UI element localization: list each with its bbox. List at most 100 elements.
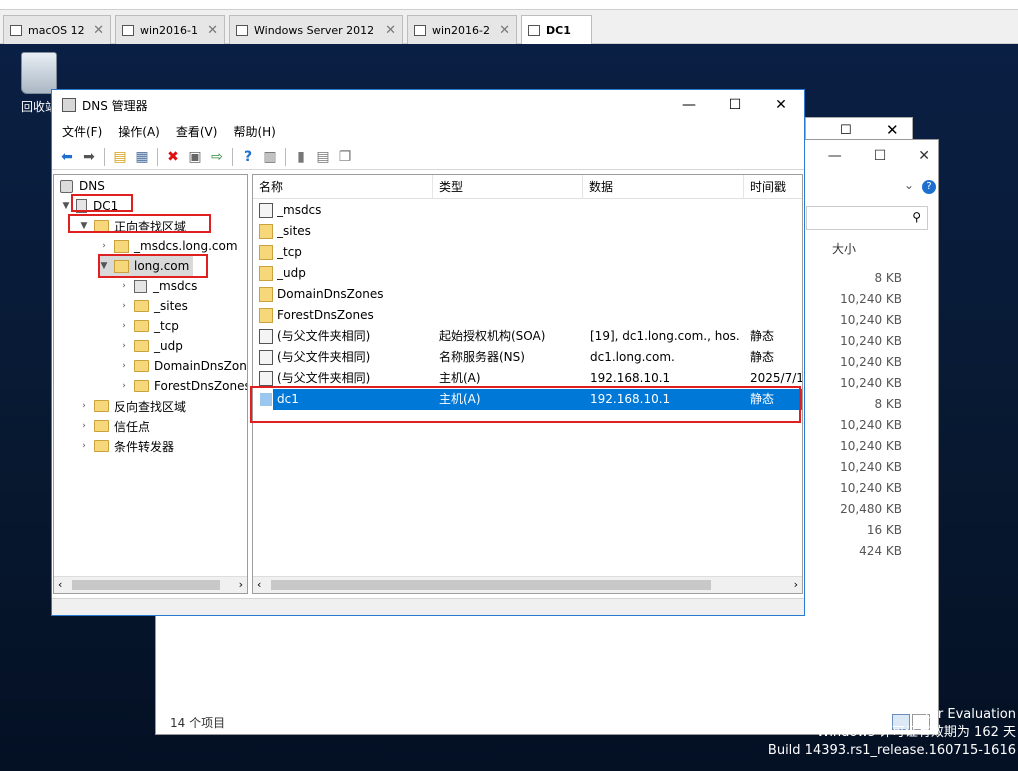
column-timestamp[interactable]: 时间戳 [744, 175, 802, 199]
scroll-right-icon[interactable]: › [794, 578, 798, 591]
tree-label: _msdcs.long.com [134, 239, 238, 253]
tab-win2016-2[interactable]: win2016-2 ✕ [407, 15, 517, 44]
cell-type: 起始授权机构(SOA) [439, 329, 546, 343]
export-list-icon[interactable]: ⇨ [208, 148, 226, 166]
scroll-left-icon[interactable]: ‹ [58, 578, 62, 591]
cell-timestamp: 静态 [750, 350, 775, 364]
properties-icon[interactable]: ▣ [186, 148, 204, 166]
chevron-right-icon[interactable]: › [118, 361, 130, 371]
size-cell: 10,240 KB [840, 481, 902, 495]
close-icon[interactable]: ✕ [886, 121, 899, 139]
menu-file[interactable]: 文件(F) [62, 123, 102, 140]
close-icon[interactable]: ✕ [207, 23, 218, 38]
item-count: 14 个项目 [170, 716, 226, 730]
menu-view[interactable]: 查看(V) [176, 123, 218, 140]
tree-node-tcp[interactable]: › _tcp [118, 316, 179, 336]
scroll-right-icon[interactable]: › [239, 578, 243, 591]
folder-icon [94, 440, 109, 452]
size-column-header[interactable]: 大小 [832, 240, 856, 257]
tree-node-reverse-zones[interactable]: › 反向查找区域 [78, 396, 186, 416]
maximize-icon[interactable]: ☐ [712, 97, 758, 113]
table-row[interactable]: _msdcs [253, 200, 802, 221]
tree-node-domaindnszones[interactable]: › DomainDnsZones [118, 356, 247, 376]
record-icon [259, 203, 273, 218]
chevron-down-icon[interactable]: ⌄ [904, 178, 914, 192]
window-controls: — ☐ ✕ [828, 148, 930, 164]
vm-icon [122, 24, 134, 36]
list-horizontal-scrollbar[interactable]: ‹ › [253, 576, 802, 593]
table-row[interactable]: _tcp [253, 242, 802, 263]
vm-icon [236, 24, 248, 36]
table-row[interactable]: _udp [253, 263, 802, 284]
back-arrow-icon[interactable]: ⬅ [58, 148, 76, 166]
cell-type [439, 305, 583, 326]
close-icon[interactable]: ✕ [758, 97, 804, 113]
column-name[interactable]: 名称 [253, 175, 433, 199]
maximize-icon[interactable]: ☐ [840, 123, 852, 138]
view-icon[interactable]: ▥ [261, 148, 279, 166]
menu-help[interactable]: 帮助(H) [233, 123, 275, 140]
tree-node-conditional-forwarders[interactable]: › 条件转发器 [78, 436, 174, 456]
copy-records-icon[interactable]: ❐ [336, 148, 354, 166]
help-icon[interactable]: ? [239, 148, 257, 166]
forward-arrow-icon[interactable]: ➡ [80, 148, 98, 166]
chevron-right-icon[interactable]: › [78, 401, 90, 411]
tree-node-udp[interactable]: › _udp [118, 336, 183, 356]
chevron-right-icon[interactable]: › [78, 441, 90, 451]
scroll-thumb[interactable] [72, 580, 220, 590]
close-icon[interactable]: ✕ [93, 23, 104, 38]
chevron-right-icon[interactable]: › [118, 321, 130, 331]
tab-win2016-1[interactable]: win2016-1 ✕ [115, 15, 225, 44]
tree-node-dns[interactable]: DNS [60, 176, 105, 196]
minimize-icon[interactable]: — [666, 97, 712, 113]
search-box[interactable]: ⚲ [806, 206, 928, 230]
minimize-icon[interactable]: — [828, 148, 842, 164]
close-icon[interactable]: ✕ [499, 23, 510, 38]
record-list-icon[interactable]: ▤ [314, 148, 332, 166]
table-row[interactable]: (与父文件夹相同) 名称服务器(NS) dc1.long.com. 静态 [253, 347, 802, 368]
title-bar: DNS 管理器 — ☐ ✕ [52, 90, 804, 120]
cell-data: dc1.long.com. [590, 350, 675, 364]
table-row[interactable]: ForestDnsZones [253, 305, 802, 326]
highlight-dc1-record [250, 386, 801, 423]
column-type[interactable]: 类型 [433, 175, 583, 199]
tree-node-msdcs-zone[interactable]: › _msdcs.long.com [98, 236, 238, 256]
cell-name: (与父文件夹相同) [277, 350, 371, 364]
scroll-left-icon[interactable]: ‹ [257, 578, 261, 591]
help-icon[interactable]: ? [922, 180, 936, 194]
show-hide-tree-icon[interactable]: ▦ [133, 148, 151, 166]
cell-data [590, 221, 740, 242]
column-data[interactable]: 数据 [583, 175, 744, 199]
table-row[interactable]: DomainDnsZones [253, 284, 802, 305]
cell-name: (与父文件夹相同) [277, 329, 371, 343]
close-icon[interactable]: ✕ [385, 23, 396, 38]
folder-icon [94, 420, 109, 432]
tree-node-trust-points[interactable]: › 信任点 [78, 416, 150, 436]
maximize-icon[interactable]: ☐ [874, 148, 887, 164]
table-row[interactable]: _sites [253, 221, 802, 242]
status-bar [52, 598, 804, 615]
tree-horizontal-scrollbar[interactable]: ‹ › [54, 576, 247, 593]
up-folder-icon[interactable]: ▤ [111, 148, 129, 166]
tree-node-forestdnszones[interactable]: › ForestDnsZones [118, 376, 247, 396]
folder-icon [259, 287, 273, 302]
tree-node-sites[interactable]: › _sites [118, 296, 188, 316]
chevron-right-icon[interactable]: › [118, 341, 130, 351]
highlight-forward-zones [68, 214, 211, 233]
tab-dc1[interactable]: DC1 [521, 15, 592, 44]
chevron-right-icon[interactable]: › [118, 381, 130, 391]
tree-node-msdcs[interactable]: › _msdcs [118, 276, 197, 296]
chevron-right-icon[interactable]: › [118, 281, 130, 291]
server-icon[interactable]: ▮ [292, 148, 310, 166]
scroll-thumb[interactable] [271, 580, 711, 590]
table-row[interactable]: (与父文件夹相同) 起始授权机构(SOA) [19], dc1.long.com.,… [253, 326, 802, 347]
chevron-right-icon[interactable]: › [78, 421, 90, 431]
chevron-right-icon[interactable]: › [118, 301, 130, 311]
menu-action[interactable]: 操作(A) [118, 123, 160, 140]
tab-macos[interactable]: macOS 12 ✕ [3, 15, 111, 44]
close-icon[interactable]: ✕ [918, 148, 930, 164]
tab-windows-server-2012[interactable]: Windows Server 2012 ✕ [229, 15, 403, 44]
vm-icon [414, 24, 426, 36]
chevron-right-icon[interactable]: › [98, 241, 110, 251]
delete-icon[interactable]: ✖ [164, 148, 182, 166]
